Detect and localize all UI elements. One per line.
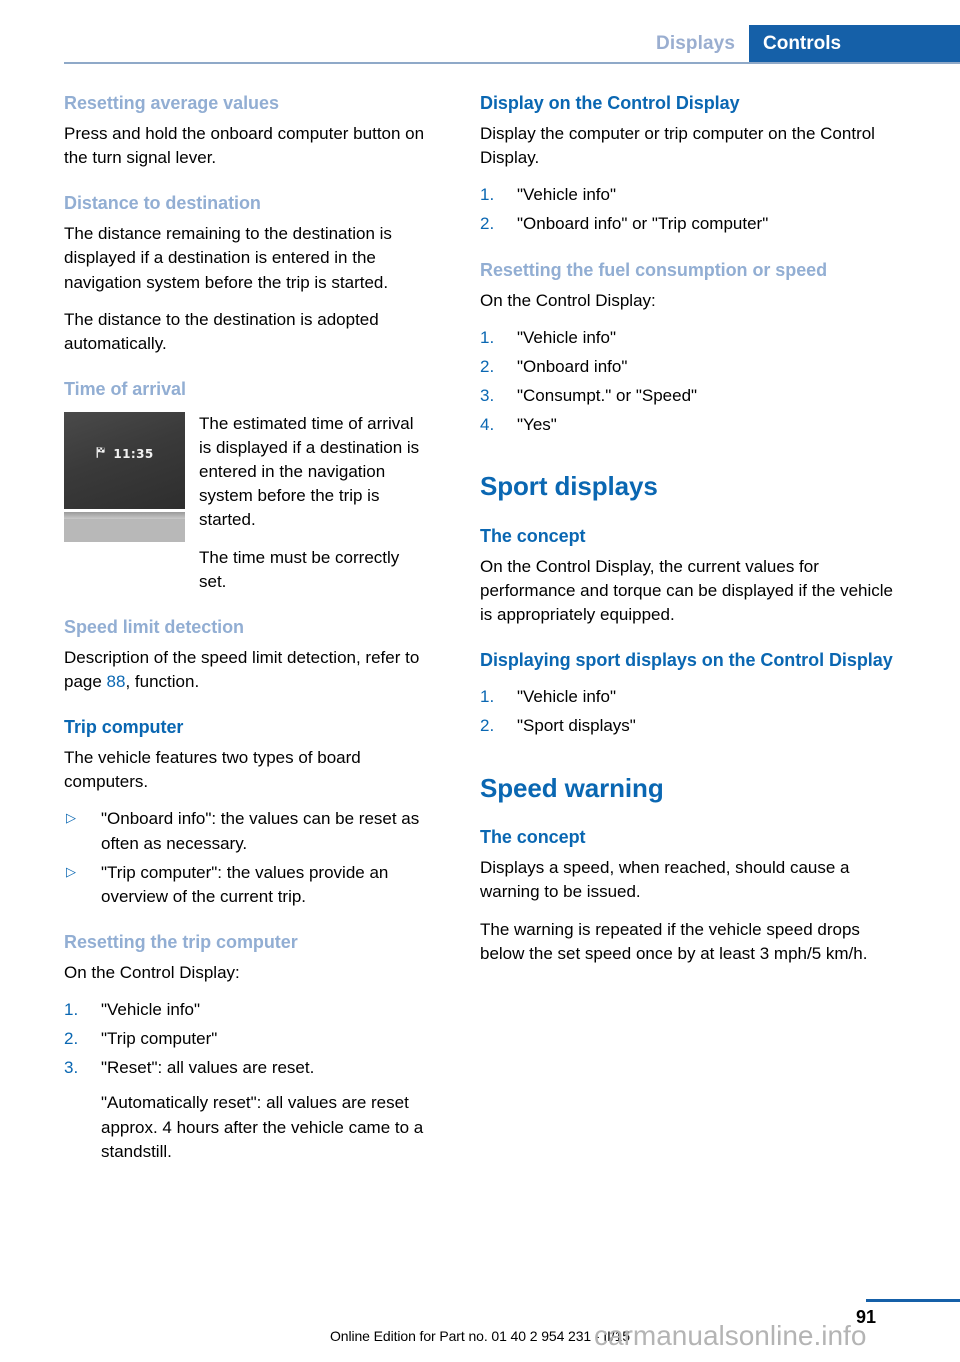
- paragraph-estimated-arrival: The estimated time of arrival is display…: [199, 413, 420, 530]
- step-number: 2.: [480, 356, 495, 376]
- heading-speed-limit-detection: Speed limit detection: [64, 616, 244, 637]
- heading-display-on-control-display: Display on the Control Display: [480, 93, 740, 113]
- list-item: 2. "Sport displays": [480, 714, 896, 738]
- list-display-control-steps: 1. "Vehicle info" 2. "Onboard info" or "…: [480, 183, 896, 236]
- step-number: 1.: [64, 1000, 79, 1020]
- list-item-label: "Sport displays": [517, 716, 636, 736]
- list-item-note: "Automatically reset": all values are re…: [101, 1093, 424, 1161]
- display-readout: 11:35: [64, 446, 185, 462]
- list-board-computer-types: ▷ "Onboard info": the values can be rese…: [64, 807, 430, 909]
- step-number: 1.: [480, 327, 495, 347]
- list-item: 2. "Onboard info" or "Trip computer": [480, 212, 896, 236]
- step-number: 2.: [480, 716, 495, 736]
- step-number: 3.: [64, 1058, 79, 1078]
- list-resetting-fuel-steps: 1. "Vehicle info" 2. "Onboard info" 3. "…: [480, 326, 896, 438]
- heading-resetting-trip-computer: Resetting the trip computer: [64, 931, 298, 952]
- checkered-flag-icon: [95, 446, 108, 462]
- paragraph-on-control-display-fuel: On the Control Display:: [480, 290, 656, 310]
- list-item: 1. "Vehicle info": [480, 183, 896, 207]
- figure-image: 11:35: [64, 411, 185, 542]
- heading-speed-warning-concept: The concept: [480, 827, 586, 848]
- paragraph-speed-warning-repeat: The warning is repeated if the vehicle s…: [480, 919, 868, 963]
- list-item-label: "Vehicle info": [517, 327, 617, 347]
- heading-resetting-average-values: Resetting average values: [64, 93, 279, 113]
- tab-controls[interactable]: Controls: [749, 25, 960, 62]
- figure-reflection: [64, 511, 185, 519]
- list-item-label: "Vehicle info": [517, 185, 617, 205]
- list-item-label: "Reset": all values are reset.: [101, 1058, 315, 1078]
- list-resetting-trip-computer-steps: 1. "Vehicle info" 2. "Trip computer" 3. …: [64, 998, 430, 1164]
- two-column-layout: Resetting average values Press and hold …: [64, 92, 896, 1164]
- tab-displays[interactable]: Displays: [642, 25, 749, 62]
- figure-time-of-arrival: 11:35 The estimated time of arrival is d…: [64, 411, 430, 594]
- list-item: 3. "Reset": all values are reset. "Autom…: [64, 1056, 430, 1164]
- step-number: 2.: [64, 1029, 79, 1049]
- list-item: 1. "Vehicle info": [480, 326, 896, 350]
- section-title-speed-warning: Speed warning: [480, 772, 664, 803]
- list-item: 2. "Onboard info": [480, 355, 896, 379]
- figure-caption-text: The estimated time of arrival is display…: [199, 412, 430, 594]
- right-column: Display on the Control Display Display t…: [480, 92, 896, 1164]
- arrival-time-value: 11:35: [113, 446, 154, 461]
- triangle-bullet-icon: ▷: [66, 810, 76, 826]
- triangle-bullet-icon: ▷: [66, 863, 76, 879]
- page-header: Displays Controls: [0, 0, 960, 64]
- list-item-label: "Onboard info": [517, 356, 628, 376]
- heading-displaying-sport-displays: Displaying sport displays on the Control…: [480, 650, 893, 671]
- footer-divider: [866, 1299, 960, 1302]
- list-item: 4. "Yes": [480, 413, 896, 437]
- list-item-label: "Onboard info" or "Trip computer": [517, 214, 769, 234]
- list-item: ▷ "Trip computer": the values provide an…: [64, 861, 430, 909]
- list-item-label: "Trip computer": [101, 1029, 218, 1049]
- list-item-label: "Yes": [517, 415, 557, 435]
- paragraph-speed-limit-detection: Description of the speed limit detection…: [64, 646, 430, 694]
- left-column: Resetting average values Press and hold …: [64, 92, 480, 1164]
- step-number: 3.: [480, 385, 495, 405]
- list-item-label: "Consumpt." or "Speed": [517, 385, 698, 405]
- step-number: 1.: [480, 185, 495, 205]
- paragraph-on-control-display-reset: On the Control Display:: [64, 962, 240, 982]
- heading-sport-displays-concept: The concept: [480, 525, 586, 546]
- header-tabs: Displays Controls: [642, 25, 960, 62]
- step-number: 2.: [480, 214, 495, 234]
- speed-limit-text-after: , function.: [125, 672, 200, 691]
- paragraph-display-computer: Display the computer or trip computer on…: [480, 124, 875, 168]
- header-divider: [64, 62, 960, 64]
- paragraph-sport-displays-concept: On the Control Display, the current valu…: [480, 556, 893, 625]
- page-content: Resetting average values Press and hold …: [64, 92, 896, 1164]
- list-item: 1. "Vehicle info": [64, 998, 430, 1022]
- paragraph-two-board-computers: The vehicle features two types of board …: [64, 748, 361, 792]
- figure-base: [64, 518, 185, 542]
- paragraph-speed-warning-concept: Displays a speed, when reached, should c…: [480, 858, 850, 902]
- step-number: 1.: [480, 687, 495, 707]
- heading-distance-to-destination: Distance to destination: [64, 193, 261, 214]
- paragraph-distance-adopted: The distance to the destination is adopt…: [64, 309, 379, 353]
- list-item-label: "Vehicle info": [517, 687, 617, 707]
- paragraph-resetting-average-values: Press and hold the onboard computer butt…: [64, 124, 425, 168]
- list-item-label: "Onboard info": the values can be reset …: [101, 809, 420, 853]
- page-reference-link[interactable]: 88: [107, 672, 126, 691]
- watermark: carmanualsonline.info: [594, 1320, 867, 1351]
- page-footer: 91 Online Edition for Part no. 01 40 2 9…: [0, 1290, 960, 1362]
- list-item: ▷ "Onboard info": the values can be rese…: [64, 807, 430, 855]
- list-item: 3. "Consumpt." or "Speed": [480, 384, 896, 408]
- heading-trip-computer: Trip computer: [64, 717, 184, 738]
- heading-time-of-arrival: Time of arrival: [64, 378, 186, 399]
- paragraph-time-correct: The time must be correctly set.: [199, 547, 400, 591]
- step-number: 4.: [480, 415, 495, 435]
- instrument-display-panel: 11:35: [64, 411, 185, 509]
- list-item-label: "Trip computer": the values provide an o…: [101, 862, 389, 906]
- section-title-sport-displays: Sport displays: [480, 471, 658, 502]
- list-displaying-sport-displays-steps: 1. "Vehicle info" 2. "Sport displays": [480, 685, 896, 738]
- heading-resetting-fuel-consumption: Resetting the fuel consumption or speed: [480, 259, 828, 280]
- list-item-label: "Vehicle info": [101, 1000, 201, 1020]
- list-item: 2. "Trip computer": [64, 1027, 430, 1051]
- list-item: 1. "Vehicle info": [480, 685, 896, 709]
- paragraph-distance-remaining: The distance remaining to the destinatio…: [64, 224, 392, 292]
